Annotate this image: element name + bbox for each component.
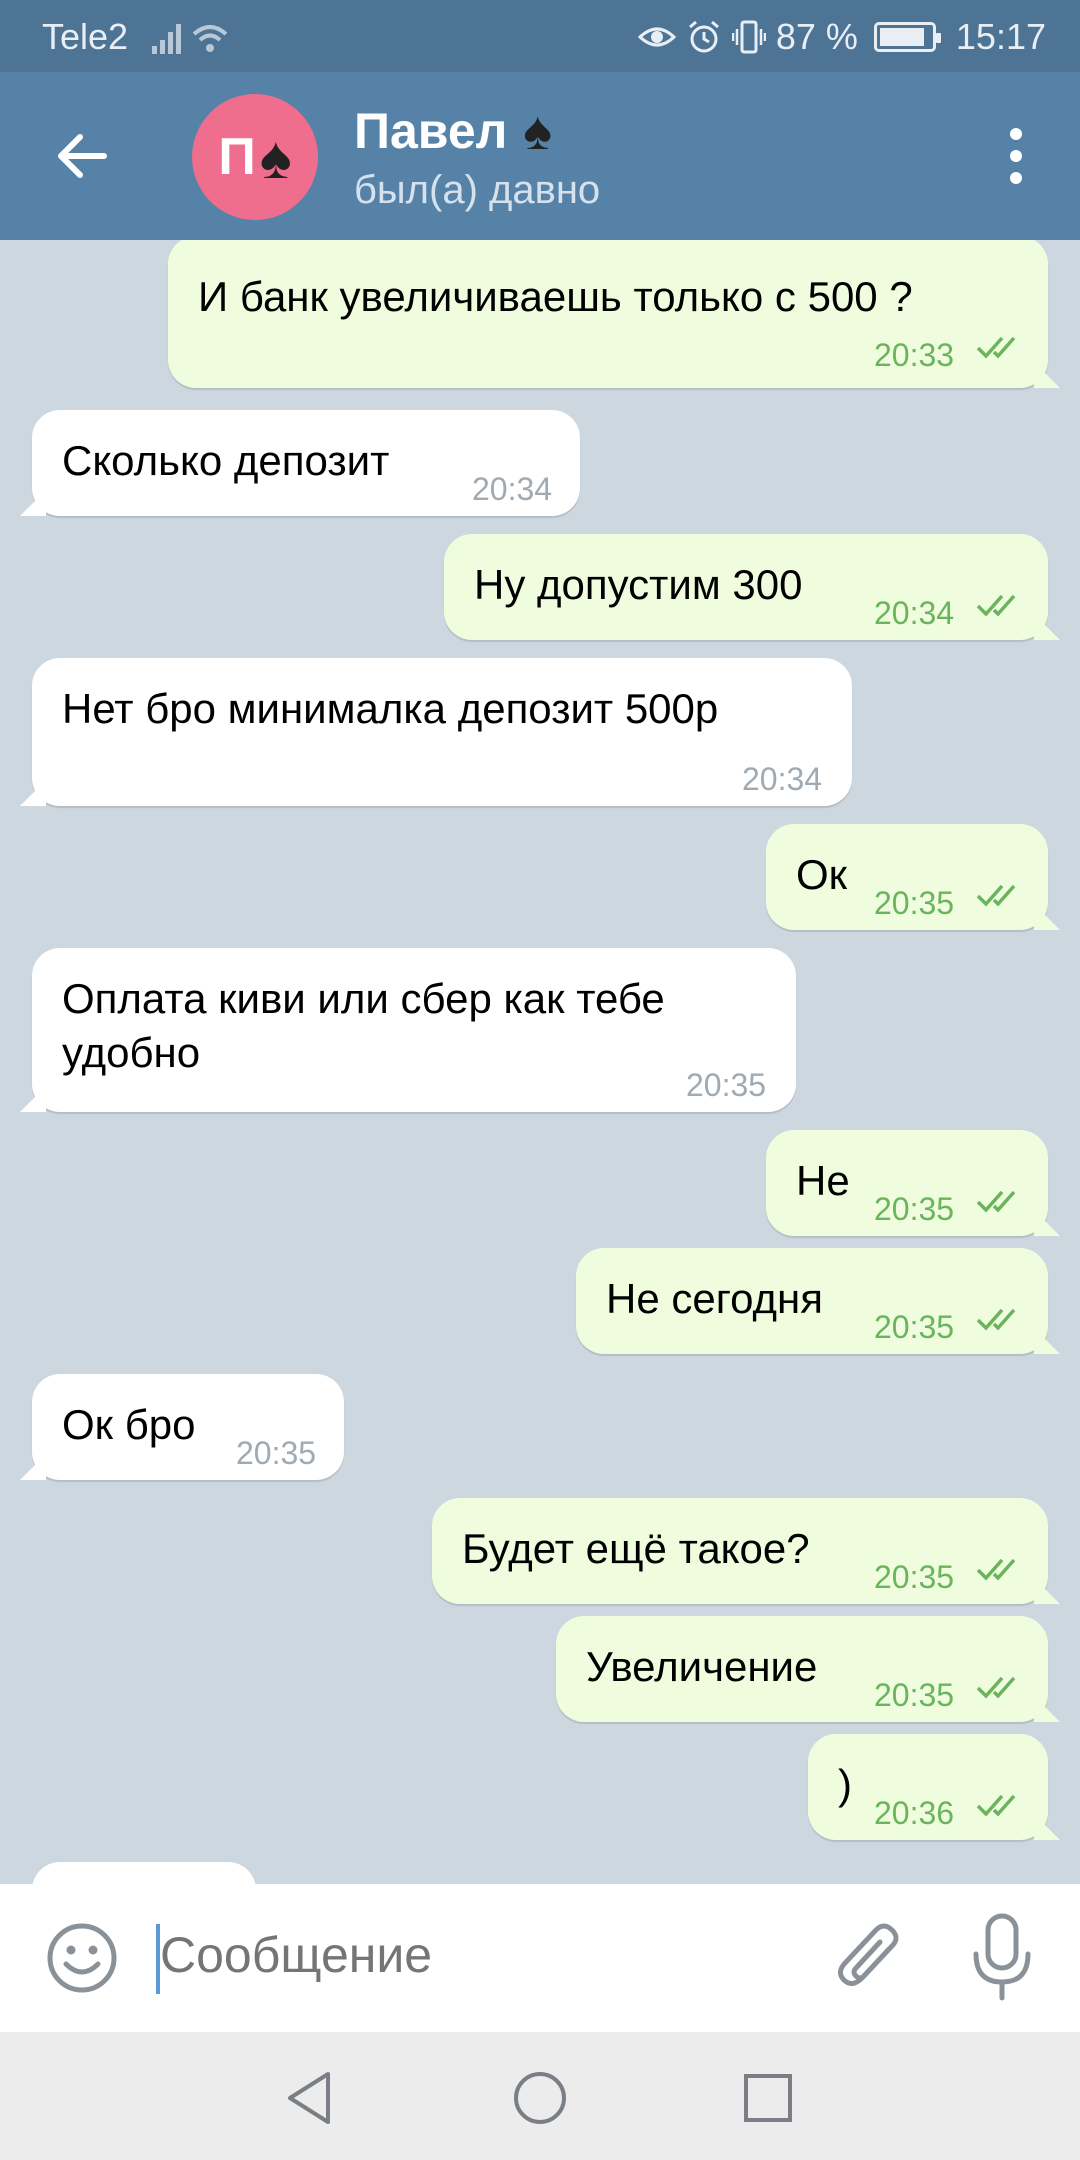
avatar[interactable]: П ♠	[192, 94, 318, 220]
eye-icon	[637, 27, 676, 47]
status-bar: Tele2 87 % 15:17	[0, 0, 1080, 72]
alarm-icon	[688, 20, 719, 53]
message-time: 20:35	[236, 1435, 317, 1471]
double-check-icon	[976, 884, 1016, 907]
message-text: Сколько депозит	[62, 437, 390, 484]
message-text: Ну допустим 300	[474, 561, 803, 608]
message-outgoing[interactable]: Ок 20:35	[766, 824, 1048, 930]
chat-title[interactable]: Павел ♠	[354, 100, 552, 162]
double-check-icon	[976, 1794, 1016, 1817]
message-time: 20:34	[874, 595, 955, 631]
last-seen-status: был(а) давно	[354, 168, 601, 212]
message-list[interactable]: И банк увеличиваешь только с 500 ? 20:33…	[0, 240, 1080, 1884]
message-text: Не	[796, 1157, 850, 1204]
message-time: 20:35	[874, 1559, 955, 1595]
double-check-icon	[976, 1308, 1016, 1331]
message-outgoing[interactable]: Не сегодня 20:35	[576, 1248, 1048, 1354]
message-outgoing[interactable]: Не 20:35	[766, 1130, 1048, 1236]
message-incoming[interactable]: Ок бро 20:35	[32, 1374, 344, 1480]
message-time: 20:35	[874, 1191, 955, 1227]
message-outgoing[interactable]: Будет ещё такое? 20:35	[432, 1498, 1048, 1604]
message-incoming-partial[interactable]	[32, 1862, 256, 1884]
contact-name: Павел	[354, 103, 508, 159]
message-incoming[interactable]: Сколько депозит 20:34	[32, 410, 580, 516]
double-check-icon	[976, 336, 1016, 359]
double-check-icon	[976, 1676, 1016, 1699]
message-time: 20:34	[742, 761, 823, 797]
double-check-icon	[976, 594, 1016, 617]
more-vertical-icon[interactable]	[1004, 124, 1028, 188]
message-incoming[interactable]: Оплата киви или сбер как тебе удобно 20:…	[32, 948, 796, 1112]
spade-emoji-icon: ♠	[523, 101, 553, 161]
message-text: Нет бро минималка депозит 500р	[62, 685, 719, 732]
message-time: 20:35	[874, 885, 955, 921]
clock: 15:17	[955, 16, 1046, 57]
message-time: 20:35	[874, 1309, 955, 1345]
paperclip-icon[interactable]	[832, 1918, 908, 1998]
status-right: 87 % 15:17	[637, 16, 1046, 58]
message-outgoing[interactable]: ) 20:36	[808, 1734, 1048, 1840]
message-text: Ок бро	[62, 1401, 196, 1448]
message-outgoing[interactable]: И банк увеличиваешь только с 500 ? 20:33	[168, 240, 1048, 388]
carrier-name: Tele2	[42, 16, 129, 57]
signal-wifi-icon	[152, 24, 228, 54]
message-time: 20:36	[874, 1795, 955, 1831]
message-time: 20:34	[472, 471, 553, 507]
message-text: Будет ещё такое?	[462, 1525, 810, 1572]
message-text: Увеличение	[586, 1643, 818, 1690]
system-navigation-bar	[0, 2032, 1080, 2160]
message-text-line2: удобно	[62, 1029, 201, 1076]
message-time: 20:33	[874, 337, 955, 373]
message-text: Не сегодня	[606, 1275, 823, 1322]
emoji-icon[interactable]	[44, 1920, 120, 1996]
message-text: Ок	[796, 851, 848, 898]
avatar-letter: П	[218, 128, 256, 186]
arrow-left-icon[interactable]	[50, 124, 114, 188]
chat-header: П ♠ Павел ♠ был(а) давно	[0, 72, 1080, 240]
message-outgoing[interactable]: Увеличение 20:35	[556, 1616, 1048, 1722]
composer-bar	[0, 1884, 1080, 2032]
message-outgoing[interactable]: Ну допустим 300 20:34	[444, 534, 1048, 640]
message-incoming[interactable]: Нет бро минималка депозит 500р 20:34	[32, 658, 852, 806]
message-input[interactable]	[160, 1926, 800, 1984]
vibrate-icon	[731, 20, 766, 54]
double-check-icon	[976, 1558, 1016, 1581]
message-text-line1: Оплата киви или сбер как тебе	[62, 975, 665, 1022]
circle-home-icon[interactable]	[510, 2068, 570, 2128]
message-time: 20:35	[686, 1067, 767, 1103]
message-text: )	[838, 1761, 852, 1808]
spade-icon: ♠	[259, 123, 292, 191]
double-check-icon	[976, 1190, 1016, 1213]
square-recent-icon[interactable]	[738, 2068, 798, 2128]
message-text: И банк увеличиваешь только с 500 ?	[198, 273, 913, 320]
battery-percent: 87 %	[775, 16, 858, 57]
triangle-back-icon[interactable]	[280, 2068, 340, 2128]
microphone-icon[interactable]	[970, 1912, 1034, 2002]
battery-icon	[873, 22, 941, 52]
message-time: 20:35	[874, 1677, 955, 1713]
